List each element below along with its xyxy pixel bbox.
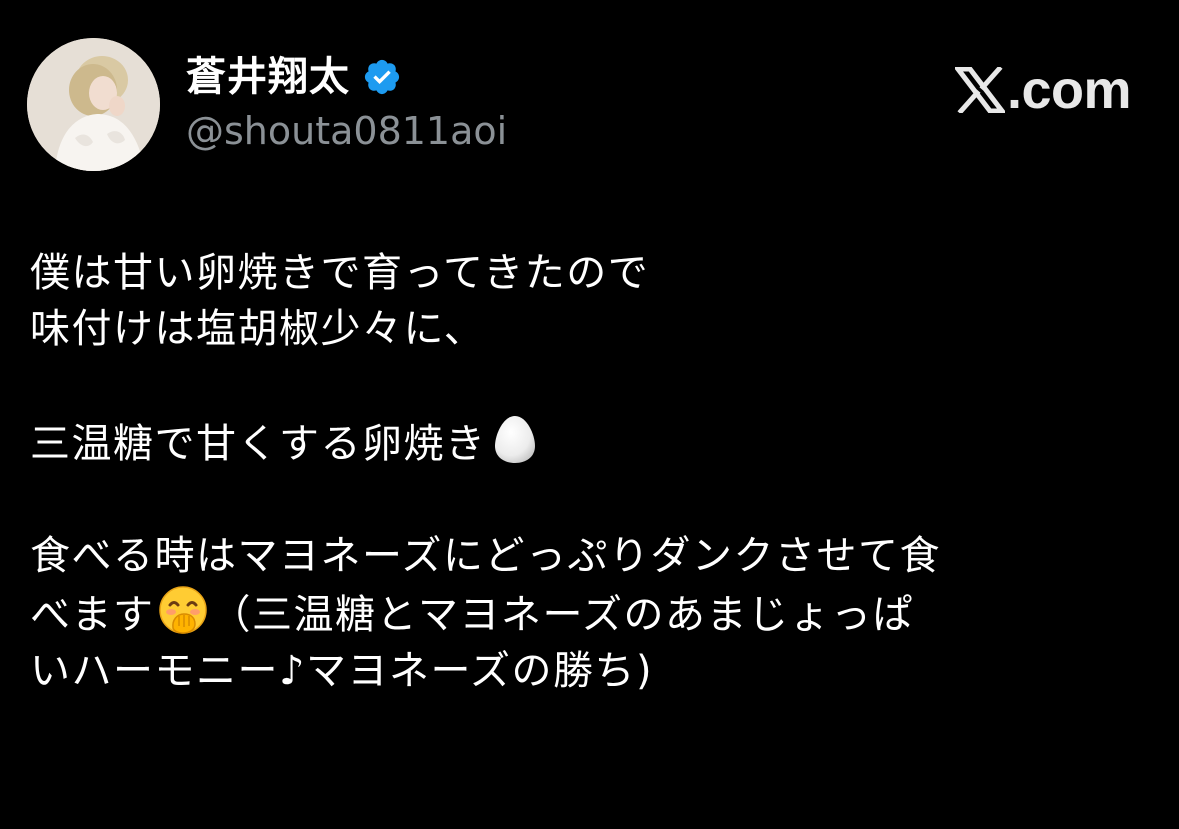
- x-logo-icon: [952, 65, 1008, 115]
- tweet-line-text: 三温糖で甘くする卵焼き: [30, 421, 487, 467]
- avatar[interactable]: [27, 38, 160, 171]
- tweet-line: 食べる時はマヨネーズにどっぷりダンクさせて食: [30, 533, 941, 579]
- tweet-line: 三温糖で甘くする卵焼き: [30, 413, 1160, 472]
- tweet-line-text: べます: [30, 592, 155, 638]
- author-handle[interactable]: @shouta0811aoi: [186, 108, 507, 154]
- tweet-line: 味付けは塩胡椒少々に、: [30, 306, 486, 352]
- brand-label: .com: [1006, 60, 1132, 120]
- display-name[interactable]: 蒼井翔太: [186, 52, 350, 102]
- verified-badge-icon: [362, 57, 402, 97]
- face-with-hand-over-mouth-icon: [157, 584, 209, 636]
- brand-watermark: .com: [952, 60, 1132, 120]
- tweet-text: 僕は甘い卵焼きで育ってきたので 味付けは塩胡椒少々に、 三温糖で甘くする卵焼き …: [30, 245, 1160, 699]
- egg-icon: [489, 413, 541, 465]
- tweet-line-text: （三温糖とマヨネーズのあまじょっぱ: [210, 592, 914, 638]
- tweet-line: いハーモニー♪マヨネーズの勝ち): [30, 648, 654, 694]
- tweet-line: べます （三温糖とマヨネーズのあまじょっぱ: [30, 584, 1160, 643]
- author-name-row: 蒼井翔太: [186, 52, 402, 102]
- tweet-line: 僕は甘い卵焼きで育ってきたので: [30, 250, 650, 296]
- tweet-card: 蒼井翔太 @shouta0811aoi .com 僕は甘い卵焼きで育ってきたので…: [0, 0, 1179, 829]
- profile-photo-icon: [27, 38, 160, 171]
